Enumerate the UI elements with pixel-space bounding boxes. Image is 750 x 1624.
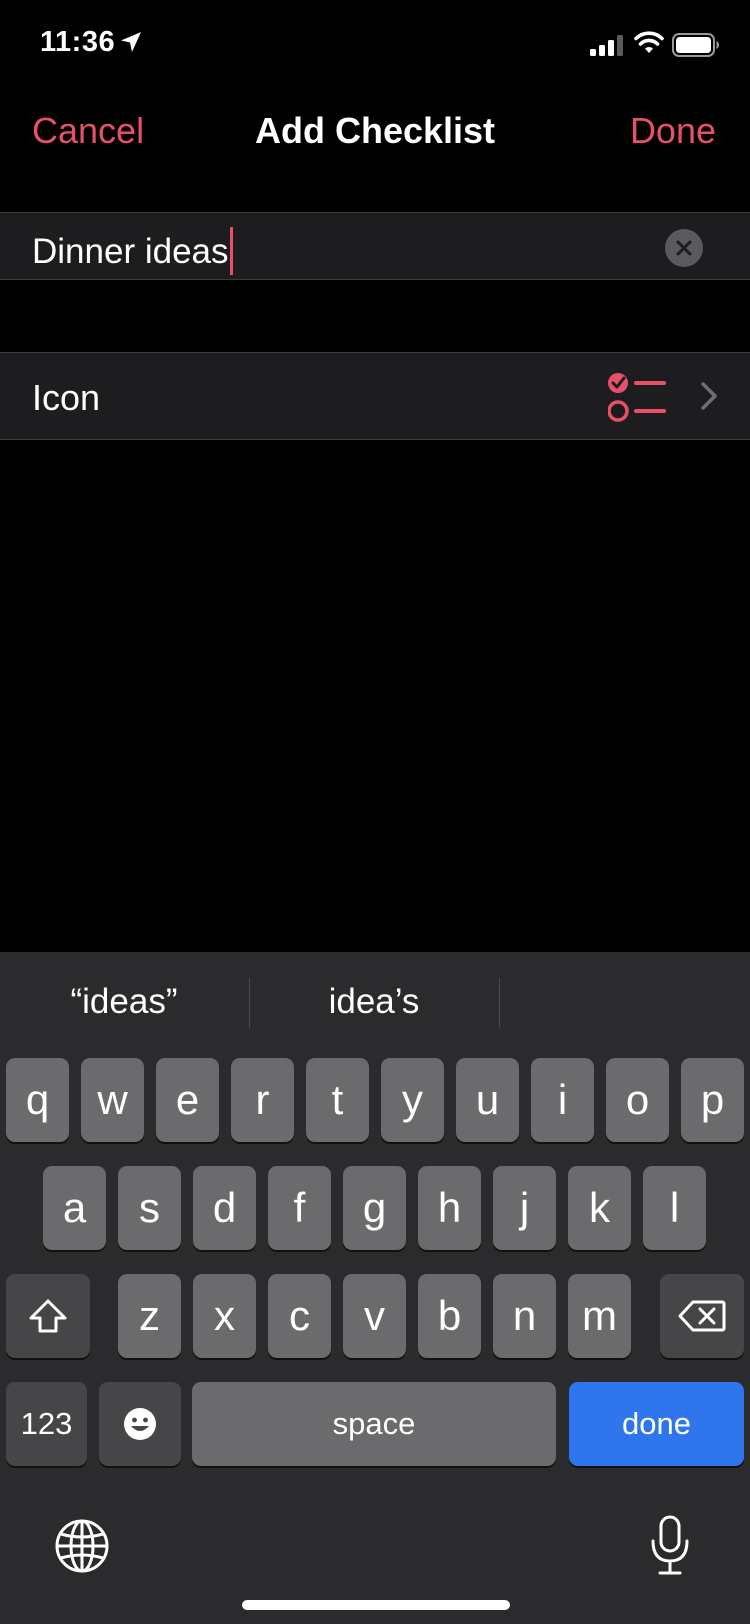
key-m[interactable]: m [568,1274,631,1358]
delete-backspace-icon [678,1300,726,1332]
key-o[interactable]: o [606,1058,669,1142]
key-l[interactable]: l [643,1166,706,1250]
key-x[interactable]: x [193,1274,256,1358]
microphone-icon[interactable] [648,1514,692,1578]
keyboard-bottom-area [0,1470,750,1624]
done-button[interactable]: Done [630,110,716,152]
home-indicator[interactable] [242,1600,510,1610]
shift-key[interactable] [6,1274,90,1358]
key-q[interactable]: q [6,1058,69,1142]
cellular-signal-icon [590,35,623,56]
checklist-name-value: Dinner ideas [32,232,229,271]
key-i[interactable]: i [531,1058,594,1142]
shift-icon [29,1299,67,1333]
checklist-name-field[interactable]: Dinner ideas [0,212,750,280]
key-c[interactable]: c [268,1274,331,1358]
emoji-key[interactable] [99,1382,181,1466]
icon-row-label: Icon [32,377,101,418]
key-s[interactable]: s [118,1166,181,1250]
location-arrow-icon [121,32,141,52]
checklist-name-input[interactable]: Dinner ideas [32,227,233,275]
key-e[interactable]: e [156,1058,219,1142]
key-p[interactable]: p [681,1058,744,1142]
chevron-right-icon [701,382,717,410]
key-d[interactable]: d [193,1166,256,1250]
key-u[interactable]: u [456,1058,519,1142]
key-v[interactable]: v [343,1274,406,1358]
key-n[interactable]: n [493,1274,556,1358]
key-a[interactable]: a [43,1166,106,1250]
key-g[interactable]: g [343,1166,406,1250]
text-caret [229,227,233,275]
suggestion-divider [499,978,500,1028]
close-icon [676,240,692,256]
clear-text-button[interactable] [665,229,703,267]
icon-picker-row[interactable]: Icon [0,352,750,440]
keyboard-done-key[interactable]: done [569,1382,744,1466]
key-j[interactable]: j [493,1166,556,1250]
globe-icon[interactable] [54,1518,110,1574]
key-z[interactable]: z [118,1274,181,1358]
key-y[interactable]: y [381,1058,444,1142]
checklist-icon [608,373,666,422]
suggestion-bar: “ideas” idea’s [0,952,750,1052]
suggestion-1[interactable]: “ideas” [0,982,248,1022]
space-key[interactable]: space [192,1382,556,1466]
nav-bar: Cancel Add Checklist Done [0,90,750,172]
key-w[interactable]: w [81,1058,144,1142]
key-t[interactable]: t [306,1058,369,1142]
key-k[interactable]: k [568,1166,631,1250]
status-bar: 11:36 [0,0,750,90]
key-h[interactable]: h [418,1166,481,1250]
suggestion-2[interactable]: idea’s [250,982,498,1022]
key-b[interactable]: b [418,1274,481,1358]
emoji-icon [124,1408,156,1440]
status-time: 11:36 [40,26,116,58]
delete-key[interactable] [660,1274,744,1358]
numbers-key[interactable]: 123 [6,1382,87,1466]
key-r[interactable]: r [231,1058,294,1142]
key-f[interactable]: f [268,1166,331,1250]
wifi-icon [634,31,664,53]
battery-icon [672,33,719,57]
